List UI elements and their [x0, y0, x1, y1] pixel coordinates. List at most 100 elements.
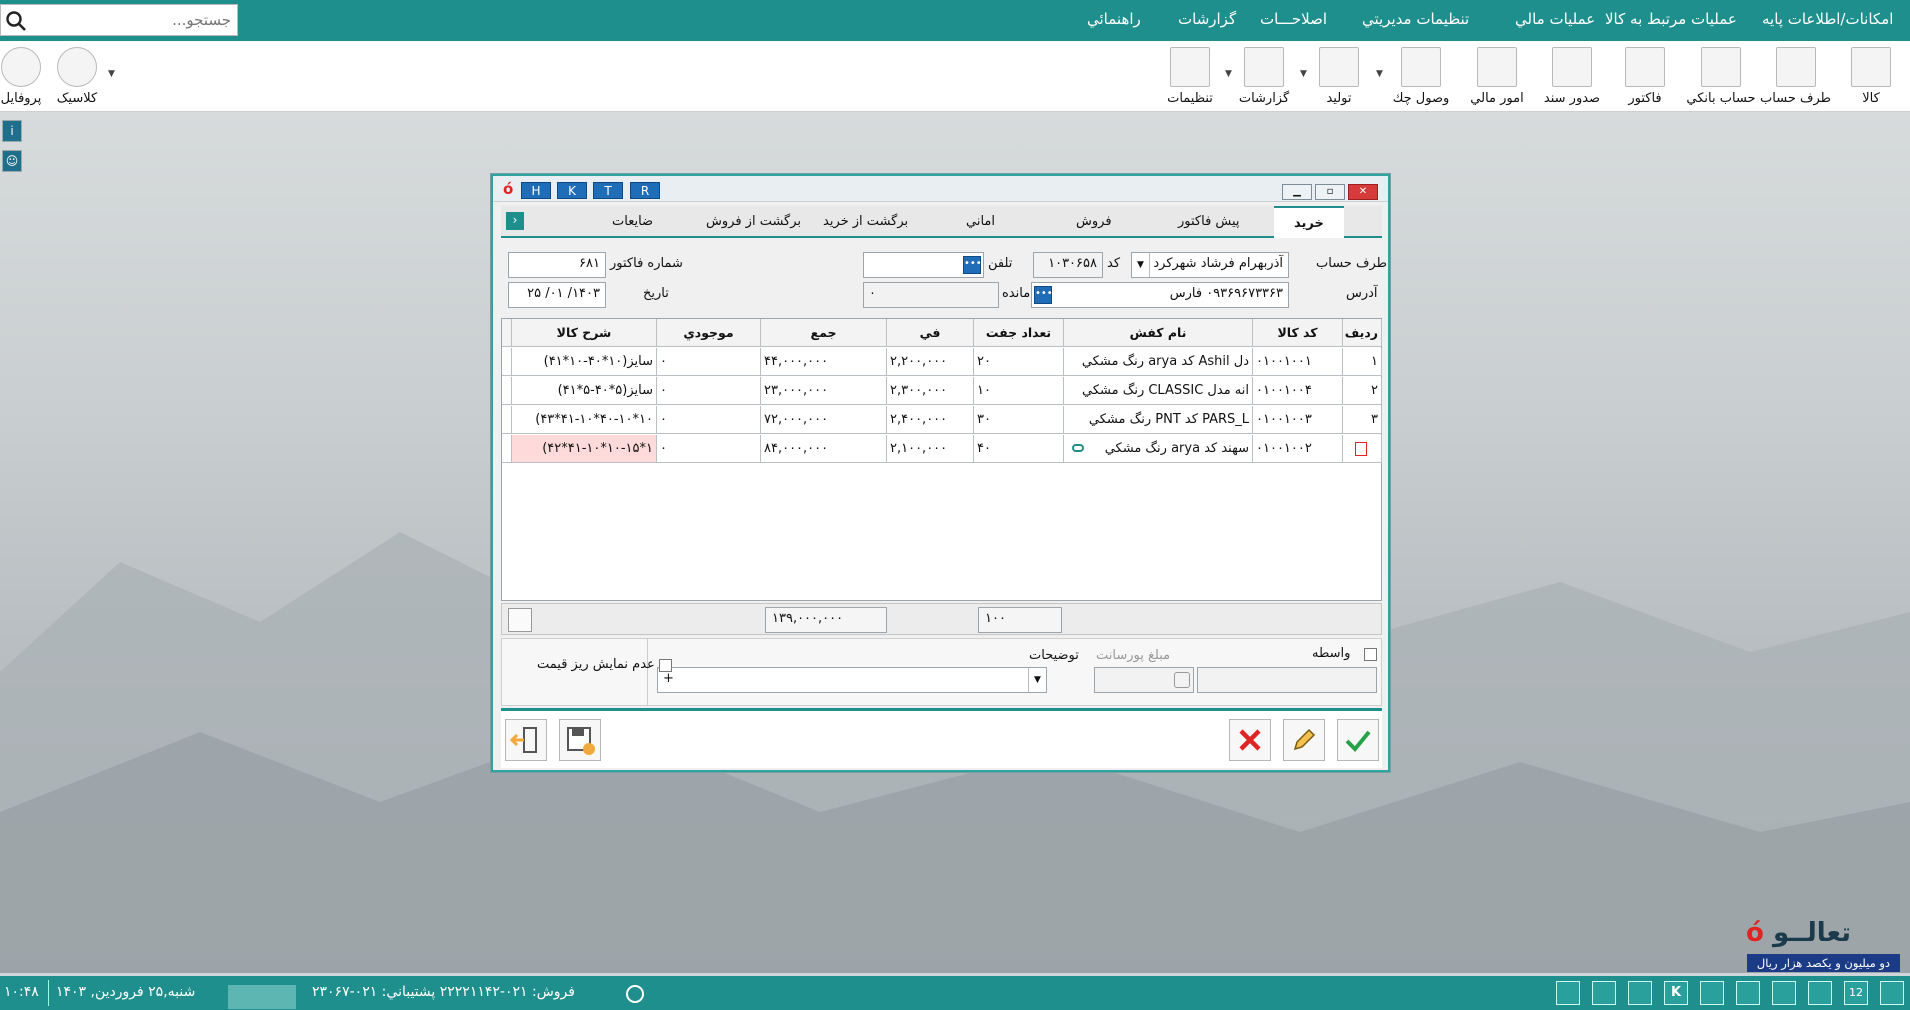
production-button[interactable]: توليد	[1304, 45, 1374, 109]
address-lookup-button[interactable]: •••	[1034, 286, 1053, 304]
cell-stock[interactable]: ۰	[657, 348, 761, 376]
search-icon[interactable]	[5, 10, 27, 32]
account-party-button[interactable]: طرف حساب	[1760, 45, 1831, 109]
cell-pairs[interactable]: ۲۰	[974, 348, 1064, 376]
tab-sales-return[interactable]: برگشت از فروش	[706, 214, 801, 229]
row-indicator[interactable]	[502, 435, 512, 463]
row-indicator[interactable]	[502, 377, 512, 405]
address-field[interactable]: ۰۹۳۶۹۶۷۳۳۶۳ فارس	[1031, 282, 1289, 308]
column-header-row-no[interactable]: رديف	[1343, 319, 1382, 347]
cell-name[interactable]: انه مدل CLASSIC رنگ مشکي	[1064, 377, 1253, 405]
phone-book-icon[interactable]	[1628, 981, 1652, 1005]
reports-button[interactable]: گزارشات	[1229, 45, 1299, 109]
close-button[interactable]: ✕	[1348, 184, 1378, 200]
shortcut-h-button[interactable]: H	[521, 182, 551, 199]
invoice-number-field[interactable]: ۶۸۱	[508, 252, 606, 278]
tab-waste[interactable]: ضايعات	[612, 214, 653, 229]
chart-icon[interactable]	[1808, 981, 1832, 1005]
cell-description[interactable]: سايز(۵*۴۰-۵*۴۱)	[512, 377, 657, 405]
cell-stock[interactable]: ۰	[657, 406, 761, 434]
menu-reports[interactable]: گزارشات	[1178, 10, 1236, 28]
cell-unit-price[interactable]: ۲,۲۰۰,۰۰۰	[887, 348, 974, 376]
tab-consignment[interactable]: اماني	[966, 214, 995, 229]
tab-proforma[interactable]: پيش فاکتور	[1178, 214, 1240, 229]
intermediary-checkbox[interactable]	[1364, 648, 1377, 661]
cell-description[interactable]: ۱۰*۴۰-۱۰*۴۱-۱۰*۴۳)	[512, 406, 657, 434]
cell-name[interactable]: دل Ashil کد arya رنگ مشکي	[1064, 348, 1253, 376]
grid-edit-icon[interactable]	[508, 608, 532, 632]
notes-dropdown-button[interactable]: ▼	[1028, 668, 1046, 692]
notes-field[interactable]: +	[657, 667, 1047, 693]
user-card-icon[interactable]: ☺	[2, 150, 22, 172]
share-icon[interactable]	[1772, 981, 1796, 1005]
cell-pairs[interactable]: ۴۰	[974, 435, 1064, 463]
tab-purchase[interactable]: خريد	[1274, 206, 1344, 238]
cancel-button[interactable]	[1229, 719, 1271, 761]
invoice-button[interactable]: فاکتور	[1610, 45, 1680, 109]
date-field[interactable]: ۱۴۰۳/ ۰۱/ ۲۵	[508, 282, 606, 308]
menu-corrections[interactable]: اصلاحـــات	[1260, 10, 1327, 28]
cell-unit-price[interactable]: ۲,۳۰۰,۰۰۰	[887, 377, 974, 405]
financial-affairs-button[interactable]: امور مالي	[1462, 45, 1532, 109]
menu-help[interactable]: راهنمائي	[1087, 10, 1141, 28]
cheque-collection-button[interactable]: وصول چك	[1386, 45, 1456, 109]
production-dropdown-caret[interactable]: ▼	[1376, 69, 1383, 79]
column-header-name[interactable]: نام کفش	[1064, 319, 1253, 347]
save-button[interactable]	[559, 719, 601, 761]
shortcut-t-button[interactable]: T	[593, 182, 623, 199]
edit-button[interactable]	[1283, 719, 1325, 761]
menu-financial-ops[interactable]: عمليات مالي	[1515, 10, 1595, 28]
row-indicator[interactable]	[502, 348, 512, 376]
issue-voucher-button[interactable]: صدور سند	[1537, 45, 1607, 109]
intermediary-select[interactable]	[1197, 667, 1377, 693]
code-field[interactable]: ۱۰۳۰۶۵۸	[1033, 252, 1103, 278]
cell-total[interactable]: ۲۳,۰۰۰,۰۰۰	[761, 377, 887, 405]
account-dropdown-button[interactable]: ▼	[1132, 253, 1150, 277]
cell-pairs[interactable]: ۳۰	[974, 406, 1064, 434]
exit-button[interactable]	[505, 719, 547, 761]
row-indicator[interactable]	[502, 406, 512, 434]
cash-register-icon[interactable]	[1556, 981, 1580, 1005]
chevron-right-icon[interactable]: ›	[506, 212, 524, 230]
calendar-day-icon[interactable]: 12	[1844, 981, 1868, 1005]
bank-account-button[interactable]: حساب بانکي	[1686, 45, 1756, 109]
cell-total[interactable]: ۸۴,۰۰۰,۰۰۰	[761, 435, 887, 463]
minimize-button[interactable]: ▁	[1282, 184, 1312, 200]
cell-name[interactable]: سهند کد arya رنگ مشکي	[1064, 435, 1253, 463]
cell-total[interactable]: ۴۴,۰۰۰,۰۰۰	[761, 348, 887, 376]
maximize-button[interactable]: ▫	[1315, 184, 1345, 200]
cell-description[interactable]: سايز(۱۰*۴۰-۱۰*۴۱)	[512, 348, 657, 376]
cell-row-no[interactable]: ۲	[1343, 377, 1382, 405]
column-header-code[interactable]: کد کالا	[1253, 319, 1343, 347]
reports-dropdown-caret[interactable]: ▼	[1300, 69, 1307, 79]
settings-button[interactable]: تنظيمات	[1155, 45, 1225, 109]
cell-code[interactable]: ۰۱۰۰۱۰۰۳	[1253, 406, 1343, 434]
cell-description[interactable]: ۱*۱۰-۱۵*۴۱-۱۰*۴۲)	[512, 435, 657, 463]
tab-purchase-return[interactable]: برگشت از خريد	[823, 214, 908, 229]
goods-button[interactable]: کالا	[1836, 45, 1906, 109]
settings-dropdown-caret[interactable]: ▼	[1225, 69, 1232, 79]
tab-sales[interactable]: فروش	[1076, 214, 1112, 229]
column-header-stock[interactable]: موجودي	[657, 319, 761, 347]
shortcut-k-button[interactable]: K	[557, 182, 587, 199]
cell-total[interactable]: ۷۲,۰۰۰,۰۰۰	[761, 406, 887, 434]
cell-code[interactable]: ۰۱۰۰۱۰۰۴	[1253, 377, 1343, 405]
k-shortcut-icon[interactable]: K	[1664, 981, 1688, 1005]
calendar-icon[interactable]	[1592, 981, 1616, 1005]
cell-row-no[interactable]: ۱	[1343, 348, 1382, 376]
notes-icon[interactable]	[1736, 981, 1760, 1005]
cell-row-no[interactable]: ۳	[1343, 406, 1382, 434]
confirm-button[interactable]	[1337, 719, 1379, 761]
delete-row-icon[interactable]	[1355, 442, 1367, 456]
cell-stock[interactable]: ۰	[657, 377, 761, 405]
cell-name[interactable]: PARS_L کد PNT رنگ مشکي	[1064, 406, 1253, 434]
cell-stock[interactable]: ۰	[657, 435, 761, 463]
hide-price-detail-checkbox[interactable]	[659, 659, 672, 672]
cell-pairs[interactable]: ۱۰	[974, 377, 1064, 405]
menu-goods-ops[interactable]: عمليات مرتبط به کالا	[1605, 10, 1737, 28]
search-input[interactable]	[31, 9, 231, 31]
cell-code[interactable]: ۰۱۰۰۱۰۰۱	[1253, 348, 1343, 376]
shortcut-r-button[interactable]: R	[630, 182, 660, 199]
cell-unit-price[interactable]: ۲,۱۰۰,۰۰۰	[887, 435, 974, 463]
cell-code[interactable]: ۰۱۰۰۱۰۰۲	[1253, 435, 1343, 463]
